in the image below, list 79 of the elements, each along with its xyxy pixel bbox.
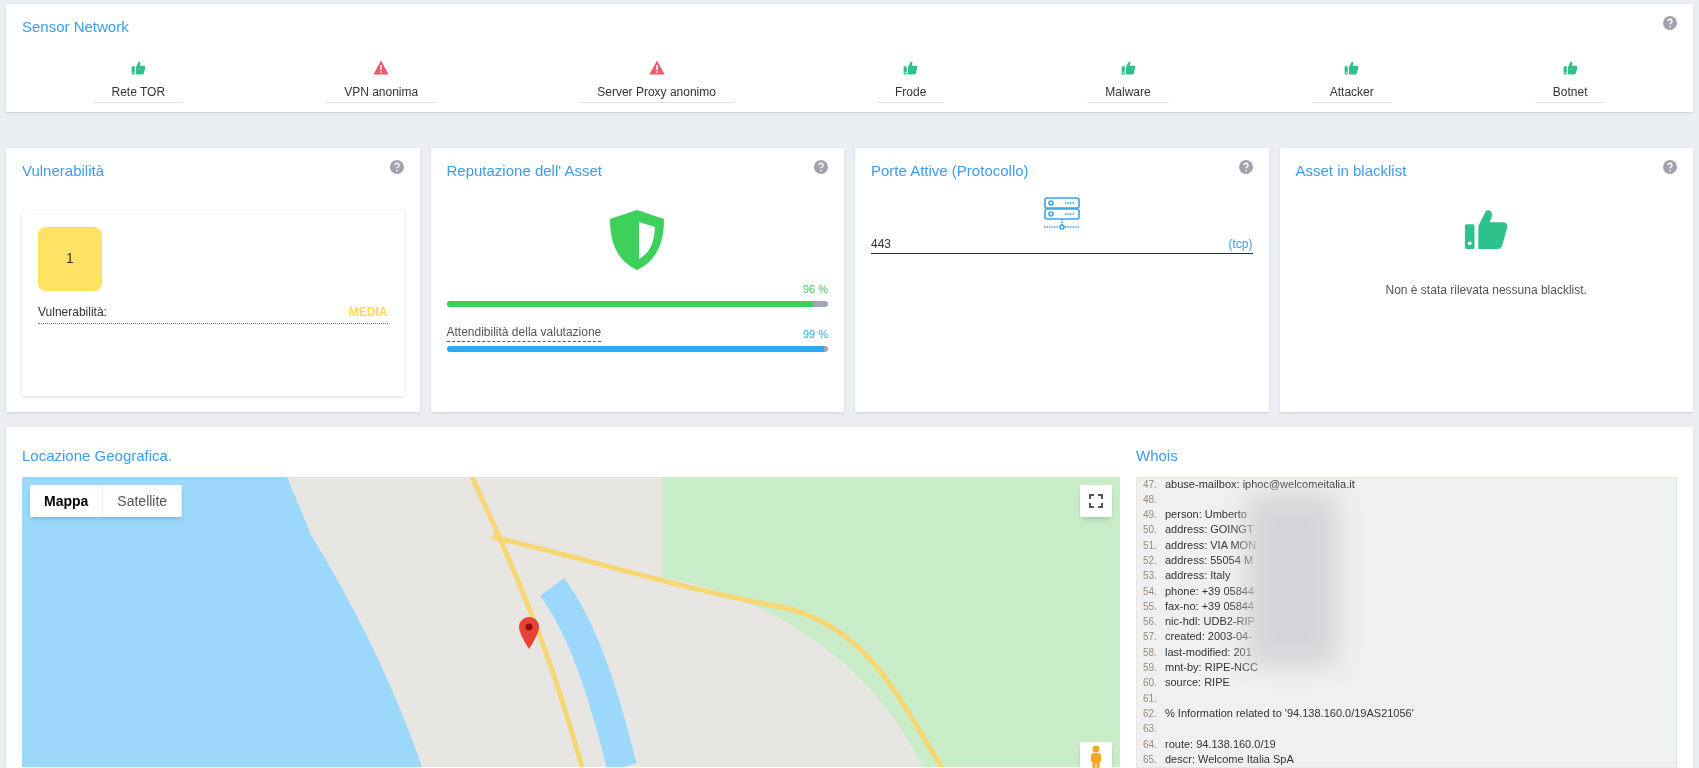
whois-line: route: 94.138.160.0/19: [1165, 736, 1276, 752]
card-title: Whois: [1136, 445, 1179, 466]
thumbs-up-icon: [1120, 60, 1136, 75]
sensor-label: Malware: [1087, 82, 1169, 103]
sensor-label: Botnet: [1534, 82, 1606, 103]
thumbs-up-icon: [130, 60, 146, 75]
map-type-tab[interactable]: Satellite: [103, 485, 183, 518]
line-number: 64.: [1143, 737, 1158, 752]
whois-line: person: Umberto: [1165, 507, 1247, 523]
whois-line: % Information related to '94.138.160.0/19AS21056': [1165, 705, 1414, 721]
line-number: 48.: [1143, 492, 1158, 507]
line-number: 51.: [1143, 538, 1158, 553]
line-number: 65.: [1143, 752, 1158, 767]
pegman-icon: [1090, 745, 1102, 768]
whois-line: abuse-mailbox: iphoc@welcomeitalia.it: [1165, 478, 1355, 492]
map-pin-icon: [519, 617, 539, 650]
card-title: Porte Attive (Protocollo): [871, 161, 1029, 182]
shield-icon: [608, 208, 667, 271]
help-icon[interactable]: [1238, 160, 1253, 175]
card-title: Locazione Geografica.: [22, 445, 174, 466]
whois-line: source: RIPE: [1165, 675, 1230, 691]
street-view-button[interactable]: [1080, 742, 1112, 768]
help-icon[interactable]: [389, 160, 404, 175]
percentage-reading: 96 %: [802, 281, 828, 297]
port-number: 443: [871, 235, 892, 253]
card-title: Reputazione dell' Asset: [446, 161, 602, 182]
whois-line: address: 55054 M: [1165, 553, 1254, 568]
thumbs-up-icon: [1344, 60, 1360, 75]
percentage-reading: 99 %: [802, 326, 828, 342]
reliability-label: Attendibilità della valutazione: [446, 323, 602, 343]
server-icon: [1042, 196, 1081, 231]
whois-line: mnt-by: RIPE-NCC: [1165, 660, 1258, 676]
help-icon[interactable]: [814, 160, 828, 175]
whois-line: phone: +39 05844: [1165, 583, 1254, 599]
line-number: 57.: [1143, 630, 1158, 645]
map-type-tab[interactable]: Mappa: [30, 485, 104, 518]
card-title: Asset in blacklist: [1295, 161, 1407, 182]
card-title: Vulnerabilità: [22, 161, 104, 182]
line-number: 47.: [1143, 478, 1158, 492]
line-number: 61.: [1143, 691, 1158, 706]
whois-line: nic-hdl: UDB2-RIP: [1165, 614, 1255, 630]
whois-line: created: 2003-04-: [1165, 629, 1252, 645]
line-number: 58.: [1143, 645, 1158, 660]
thumbs-up-icon: [903, 60, 919, 75]
sensor-label: Rete TOR: [93, 82, 184, 103]
line-number: 50.: [1143, 523, 1158, 538]
vulnerability-label: Vulnerabilità:: [38, 303, 107, 321]
blacklist-message: Non è stata rilevata nessuna blacklist.: [1384, 281, 1588, 299]
line-number: 63.: [1143, 722, 1158, 737]
sensor-label: Attacker: [1311, 82, 1392, 103]
fullscreen-icon: [1089, 494, 1103, 509]
line-number: 53.: [1143, 569, 1158, 584]
help-icon[interactable]: [1663, 160, 1677, 175]
fullscreen-button[interactable]: [1080, 485, 1112, 518]
warning-icon: [648, 60, 665, 75]
thumbs-up-icon: [1562, 60, 1578, 75]
line-number: 52.: [1143, 554, 1158, 568]
line-number: 60.: [1143, 676, 1158, 691]
sensor-label: Frode: [876, 82, 945, 103]
whois-line: address: GOINGT: [1165, 522, 1254, 538]
sensor-label: Server Proxy anonimo: [579, 82, 734, 103]
line-number: 62.: [1143, 706, 1158, 721]
line-number: 59.: [1143, 661, 1158, 676]
line-number: 54.: [1143, 584, 1158, 599]
whois-line: last-modified: 201: [1165, 644, 1252, 660]
line-number: 49.: [1143, 508, 1158, 523]
card-title: Sensor Network: [22, 17, 129, 37]
whois-line: descr: Welcome Italia SpA: [1165, 751, 1294, 767]
severity-level: MEDIA: [348, 303, 388, 321]
protocol-label: (tcp): [1228, 235, 1253, 253]
whois-line: address: Italy: [1165, 568, 1231, 584]
help-icon[interactable]: [1663, 16, 1677, 30]
vulnerability-count: 1: [38, 226, 102, 291]
line-number: 55.: [1143, 599, 1158, 614]
line-number: 56.: [1143, 615, 1158, 630]
whois-line: fax-no: +39 05844: [1165, 598, 1254, 614]
whois-line: address: VIA MON: [1165, 537, 1257, 553]
warning-icon: [373, 60, 390, 75]
sensor-label: VPN anonima: [326, 82, 437, 103]
